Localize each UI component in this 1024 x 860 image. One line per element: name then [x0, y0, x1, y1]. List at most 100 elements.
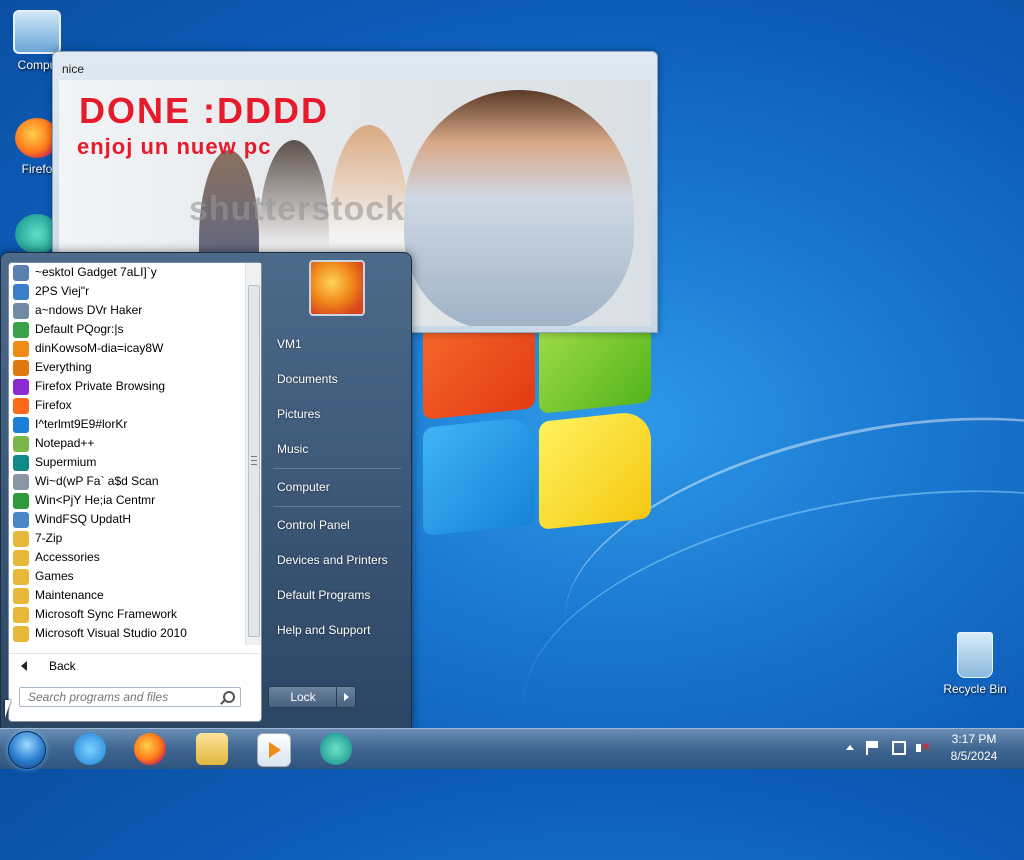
program-item[interactable]: ~esktoI Gadget 7aLI]`y [9, 263, 245, 282]
program-label: I^terlmt9E9#lorKr [35, 417, 128, 431]
program-label: Notepad++ [35, 436, 95, 450]
desktop-icon-recycle-bin[interactable]: Recycle Bin [940, 632, 1010, 696]
program-label: ~esktoI Gadget 7aLI]`y [35, 265, 157, 279]
notepad-plus-plus-icon [13, 435, 29, 452]
program-item[interactable]: Default PQogr:|s [9, 320, 245, 339]
program-label: Games [35, 569, 74, 583]
firefox-icon[interactable] [134, 733, 166, 765]
start-item-documents[interactable]: Documents [263, 364, 409, 394]
search-input[interactable] [19, 687, 241, 707]
program-item[interactable]: a~ndows DVr Haker [9, 301, 245, 320]
image-watermark: shutterstock [189, 190, 406, 228]
internet-explorer-icon[interactable] [74, 733, 106, 765]
volume-muted-icon[interactable] [916, 738, 930, 755]
program-label: 2PS Viej"r [35, 284, 90, 298]
start-item-help-support[interactable]: Help and Support [263, 615, 409, 645]
start-item-devices-printers[interactable]: Devices and Printers [263, 545, 409, 575]
start-item-default-programs[interactable]: Default Programs [263, 580, 409, 610]
lock-button[interactable]: Lock [268, 686, 338, 708]
start-item-pictures[interactable]: Pictures [263, 399, 409, 429]
back-label: Back [49, 659, 76, 673]
all-programs-list: ~esktoI Gadget 7aLI]`y 2PS Viej"r a~ndows … [9, 263, 245, 645]
programs-scrollbar[interactable] [245, 263, 261, 645]
everything-icon [13, 359, 29, 376]
start-item-computer[interactable]: Computer [263, 472, 409, 502]
separator [273, 506, 401, 507]
program-label: Wi~d(wP Fa` a$d Scan [35, 474, 159, 488]
start-item-control-panel[interactable]: Control Panel [263, 510, 409, 540]
file-explorer-icon[interactable] [196, 733, 228, 765]
clock-time: 3:17 PM [951, 732, 997, 746]
program-item[interactable]: Microsoft Sync Framework [9, 605, 245, 624]
program-label: Firefox [35, 398, 72, 412]
internet-explorer-icon [13, 416, 29, 433]
program-label: dinKowsoM-dia=icay8W [35, 341, 164, 355]
media-player-icon[interactable] [257, 733, 291, 767]
start-item-music[interactable]: Music [263, 434, 409, 464]
program-item[interactable]: 2PS Viej"r [9, 282, 245, 301]
start-button[interactable] [8, 731, 46, 769]
folder-icon [13, 587, 29, 604]
desktop-icon-label: Compu [17, 58, 57, 72]
search-icon[interactable] [223, 691, 235, 703]
media-center-icon [13, 492, 29, 509]
program-label: Win<PjY He;ia Centmr [35, 493, 156, 507]
network-icon[interactable] [892, 741, 906, 755]
windows-update-icon [13, 511, 29, 528]
image-caption-done: DONE :DDDD [79, 90, 329, 131]
dvd-maker-icon [13, 302, 29, 319]
xps-viewer-icon [13, 283, 29, 300]
scrollbar-grip [251, 456, 257, 465]
back-button[interactable]: Back [9, 653, 259, 678]
program-item[interactable]: Notepad++ [9, 434, 245, 453]
program-label: Default PQogr:|s [35, 322, 124, 336]
taskbar-clock[interactable]: 3:17 PM 8/5/2024 [942, 731, 1006, 765]
program-item[interactable]: Firefox Private Browsing [9, 377, 245, 396]
program-label: Everything [35, 360, 92, 374]
program-item[interactable]: Maintenance [9, 586, 245, 605]
program-item[interactable]: Wi~d(wP Fa` a$d Scan [9, 472, 245, 491]
program-item[interactable]: Win<PjY He;ia Centmr [9, 491, 245, 510]
program-item[interactable]: 7-Zip [9, 529, 245, 548]
program-label: Supermium [35, 455, 97, 469]
media-player-icon [13, 340, 29, 357]
firefox-icon [13, 397, 29, 414]
program-item[interactable]: Microsoft Visual Studio 2010 [9, 624, 245, 643]
gadget-icon [13, 264, 29, 281]
start-item-user[interactable]: VM1 [263, 329, 409, 359]
program-item[interactable]: WindFSQ UpdatH [9, 510, 245, 529]
fax-scan-icon [13, 473, 29, 490]
program-item[interactable]: Supermium [9, 453, 245, 472]
user-avatar[interactable] [309, 260, 365, 316]
windows-logo-wallpaper [415, 294, 665, 540]
start-menu-programs-pane: ~esktoI Gadget 7aLI]`y 2PS Viej"r a~ndows … [8, 262, 262, 722]
folder-icon [13, 606, 29, 623]
folder-icon [13, 568, 29, 585]
program-item[interactable]: Games [9, 567, 245, 586]
program-label: WindFSQ UpdatH [35, 512, 132, 526]
mouse-cursor [5, 700, 17, 718]
program-item[interactable]: Everything [9, 358, 245, 377]
program-item[interactable]: Firefox [9, 396, 245, 415]
program-item[interactable]: Accessories [9, 548, 245, 567]
action-center-flag-icon[interactable] [866, 741, 882, 755]
program-item[interactable]: dinKowsoM-dia=icay8W [9, 339, 245, 358]
default-programs-icon [13, 321, 29, 338]
separator [273, 468, 401, 469]
recycle-bin-icon [957, 632, 993, 678]
program-label: Accessories [35, 550, 100, 564]
firefox-private-icon [13, 378, 29, 395]
computer-icon [13, 10, 61, 54]
desktop-icon-label: Recycle Bin [943, 682, 1007, 696]
program-item[interactable]: I^terlmt9E9#lorKr [9, 415, 245, 434]
scrollbar-thumb[interactable] [248, 285, 260, 637]
window-title: nice [62, 62, 85, 76]
lock-options-button[interactable] [336, 686, 356, 708]
show-hidden-icons-icon[interactable] [846, 745, 854, 750]
supermium-icon [13, 454, 29, 471]
folder-icon [13, 625, 29, 642]
folder-icon [13, 549, 29, 566]
supermium-icon[interactable] [320, 733, 352, 765]
program-label: 7-Zip [35, 531, 63, 545]
program-label: Maintenance [35, 588, 104, 602]
